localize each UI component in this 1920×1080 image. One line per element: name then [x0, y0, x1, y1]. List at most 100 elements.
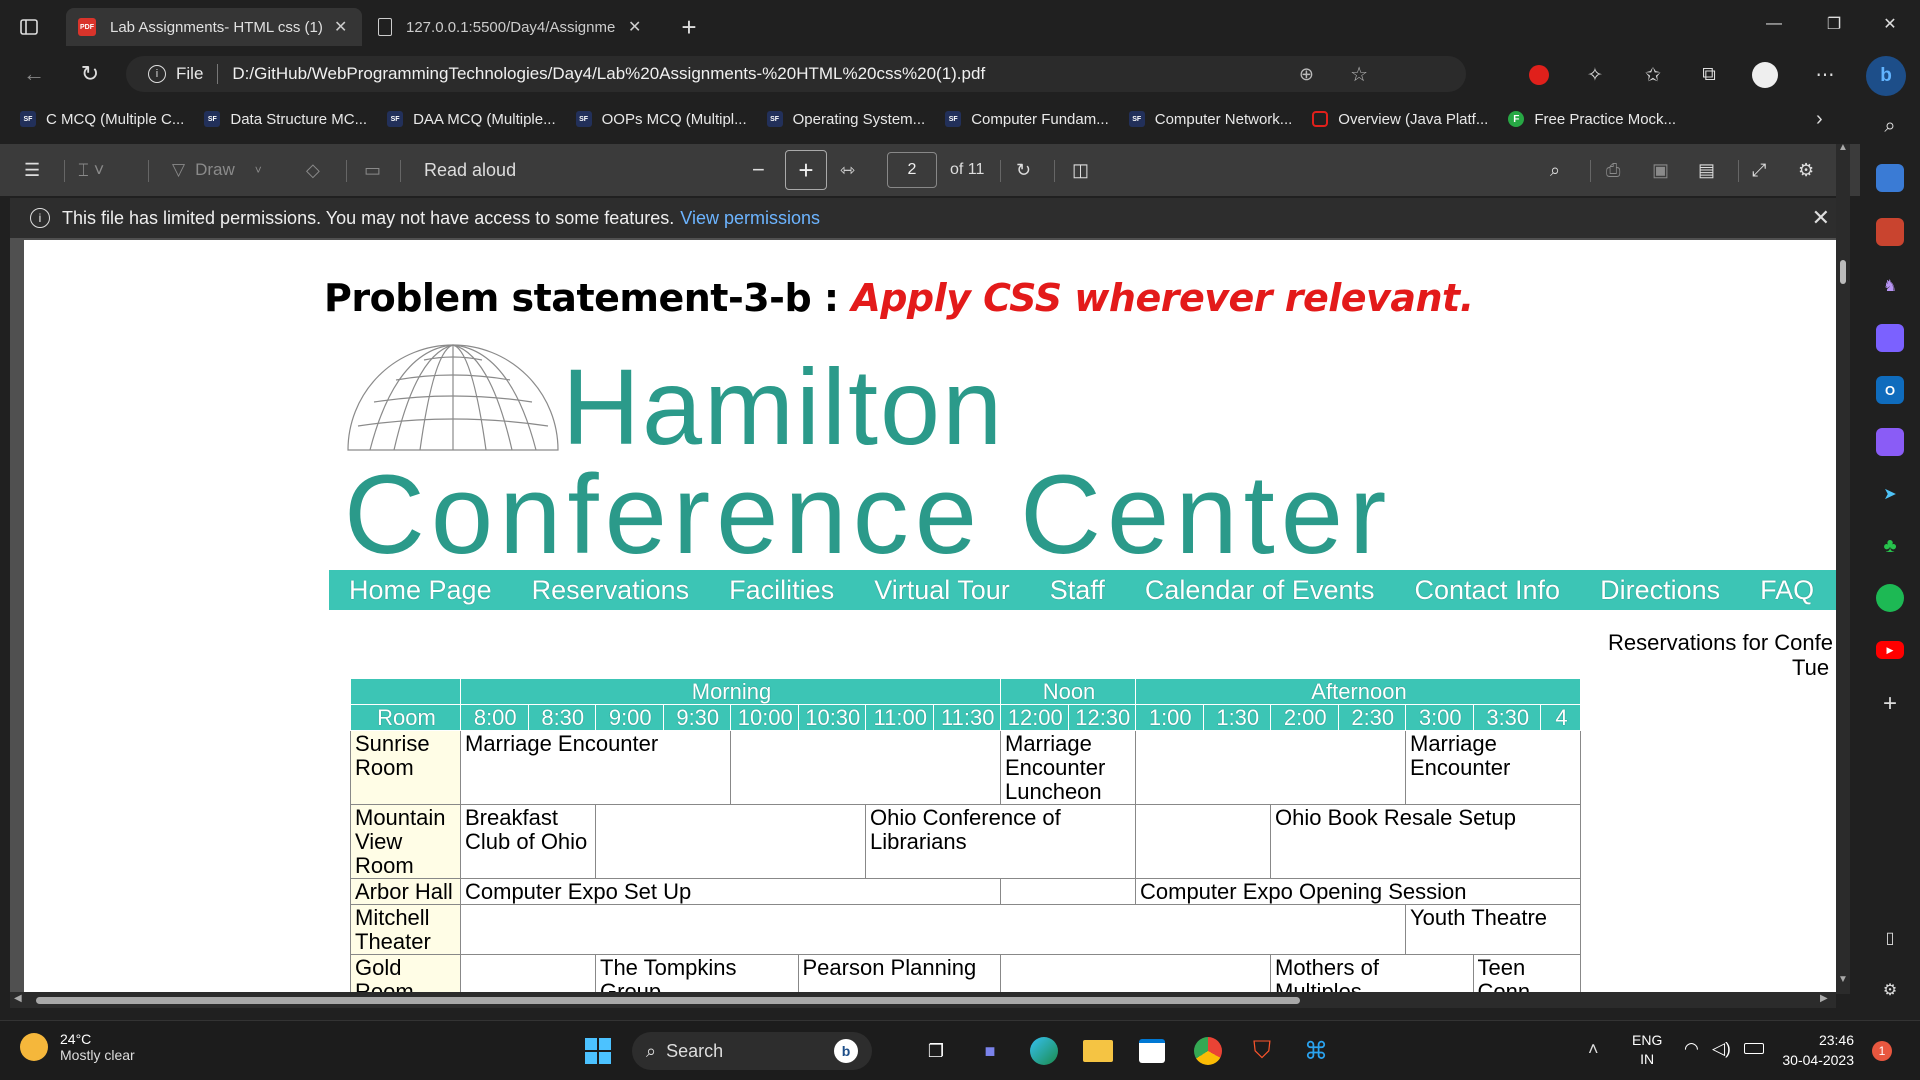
close-icon[interactable]: ✕: [334, 17, 347, 37]
favorite-link[interactable]: SF C MCQ (Multiple C...: [20, 111, 184, 128]
nav-contact[interactable]: Contact Info: [1414, 575, 1560, 606]
sidebar-toggle-icon[interactable]: ▯: [1876, 924, 1904, 952]
sidebar-shopping-icon[interactable]: [1876, 164, 1904, 192]
more-menu-icon[interactable]: ⋯: [1810, 60, 1840, 90]
settings-icon[interactable]: ⚙: [1798, 144, 1814, 196]
tab-pdf[interactable]: PDF Lab Assignments- HTML css (1)... ✕: [66, 8, 362, 46]
brave-icon[interactable]: ⛉: [1244, 1033, 1280, 1069]
chevron-right-icon[interactable]: ›: [1816, 108, 1823, 131]
print-icon[interactable]: ⎙: [1606, 144, 1620, 196]
vscode-icon[interactable]: ⌘: [1298, 1033, 1334, 1069]
page-view-icon[interactable]: ◫: [1072, 144, 1089, 196]
chrome-icon[interactable]: [1190, 1033, 1226, 1069]
adblock-extension-icon[interactable]: [1524, 60, 1554, 90]
favorite-link[interactable]: SF Data Structure MC...: [204, 111, 367, 128]
page-number-input[interactable]: 2: [887, 152, 937, 188]
volume-icon[interactable]: ◁): [1712, 1039, 1731, 1059]
vertical-scrollbar[interactable]: ▲ ▼: [1836, 142, 1850, 994]
sidebar-designer-icon[interactable]: [1876, 428, 1904, 456]
tab-actions-icon[interactable]: [14, 12, 44, 42]
scroll-left-icon[interactable]: ◀: [14, 993, 22, 1004]
task-view-icon[interactable]: ❐: [918, 1033, 954, 1069]
rotate-icon[interactable]: ↻: [1016, 144, 1031, 196]
favorite-link[interactable]: SF Computer Network...: [1128, 111, 1292, 128]
scrollbar-thumb[interactable]: [1840, 260, 1846, 284]
store-icon[interactable]: [1134, 1033, 1170, 1069]
scrollbar-thumb[interactable]: [36, 997, 1300, 1004]
favorite-link[interactable]: SF Computer Fundam...: [945, 111, 1109, 128]
teams-chat-icon[interactable]: ■: [972, 1033, 1008, 1069]
notification-badge[interactable]: 1: [1872, 1041, 1892, 1061]
start-icon[interactable]: [580, 1033, 616, 1069]
sidebar-m365-icon[interactable]: [1876, 324, 1904, 352]
fit-width-icon[interactable]: ⇿: [840, 144, 855, 196]
nav-staff[interactable]: Staff: [1050, 575, 1105, 606]
eraser-icon[interactable]: ◇: [306, 144, 320, 196]
tab-localhost[interactable]: 127.0.0.1:5500/Day4/Assignment ✕: [366, 8, 656, 46]
profile-icon[interactable]: [1750, 60, 1780, 90]
clock[interactable]: 23:46 30-04-2023: [1782, 1030, 1854, 1070]
new-tab-icon[interactable]: +: [674, 12, 704, 42]
sidebar-search-icon[interactable]: ⌕: [1876, 112, 1904, 140]
favorite-link[interactable]: SF OOPs MCQ (Multipl...: [575, 111, 747, 128]
save-as-icon[interactable]: ▤: [1698, 144, 1715, 196]
sidebar-spotify-icon[interactable]: [1876, 584, 1904, 612]
sidebar-games-icon[interactable]: ♞: [1876, 272, 1904, 300]
pdf-viewport[interactable]: Problem statement-3-b : Apply CSS wherev…: [10, 238, 1836, 992]
nav-calendar[interactable]: Calendar of Events: [1145, 575, 1375, 606]
text-box-icon[interactable]: ▭: [364, 144, 381, 196]
weather-widget[interactable]: 24°C Mostly clear: [20, 1031, 135, 1063]
nav-directions[interactable]: Directions: [1600, 575, 1720, 606]
sidebar-outlook-icon[interactable]: O: [1876, 376, 1904, 404]
sidebar-telegram-icon[interactable]: ➤: [1876, 480, 1904, 508]
address-bar[interactable]: i File D:/GitHub/WebProgrammingTechnolog…: [126, 56, 1466, 92]
read-aloud-button[interactable]: Read aloud: [424, 144, 516, 196]
scroll-right-icon[interactable]: ▶: [1820, 993, 1828, 1004]
search-icon[interactable]: ⌕: [1550, 144, 1560, 196]
highlight-icon[interactable]: ⌶ ˅: [78, 144, 104, 196]
view-permissions-link[interactable]: View permissions: [680, 208, 820, 229]
nav-faq[interactable]: FAQ: [1760, 575, 1814, 606]
sidebar-settings-icon[interactable]: ⚙: [1876, 976, 1904, 1004]
sidebar-add-icon[interactable]: +: [1876, 690, 1904, 718]
favorite-link[interactable]: SF Operating System...: [766, 111, 925, 128]
nav-facilities[interactable]: Facilities: [729, 575, 834, 606]
scroll-up-icon[interactable]: ▲: [1838, 142, 1848, 153]
wifi-icon[interactable]: ◠: [1684, 1039, 1699, 1059]
favorite-link[interactable]: Overview (Java Platf...: [1312, 111, 1488, 128]
back-icon[interactable]: ←: [16, 56, 52, 92]
minimize-icon[interactable]: —: [1746, 0, 1802, 48]
save-icon[interactable]: ▣: [1652, 144, 1669, 196]
contents-icon[interactable]: ☰: [24, 144, 40, 196]
zoom-out-icon[interactable]: −: [752, 144, 765, 196]
refresh-icon[interactable]: ↻: [72, 56, 108, 92]
language-indicator[interactable]: ENG IN: [1632, 1031, 1662, 1069]
nav-virtual-tour[interactable]: Virtual Tour: [874, 575, 1010, 606]
collections-icon[interactable]: ⧉: [1694, 60, 1724, 90]
sidebar-tree-icon[interactable]: ♣: [1876, 532, 1904, 560]
nav-home[interactable]: Home Page: [349, 575, 492, 606]
info-icon[interactable]: i: [148, 65, 166, 83]
restore-icon[interactable]: ❐: [1806, 0, 1862, 48]
favorite-link[interactable]: SF DAA MCQ (Multiple...: [387, 111, 556, 128]
favorite-link[interactable]: F Free Practice Mock...: [1508, 111, 1676, 128]
horizontal-scrollbar[interactable]: ◀ ▶: [10, 992, 1836, 1008]
extensions-icon[interactable]: ✧: [1580, 60, 1610, 90]
close-icon[interactable]: ✕: [628, 17, 641, 37]
battery-icon[interactable]: [1744, 1043, 1764, 1054]
scroll-down-icon[interactable]: ▼: [1838, 974, 1848, 985]
close-icon[interactable]: ✕: [1812, 205, 1830, 231]
bing-chat-icon[interactable]: b: [1866, 56, 1906, 96]
nav-reservations[interactable]: Reservations: [532, 575, 690, 606]
window-close-icon[interactable]: ✕: [1862, 0, 1918, 48]
sidebar-youtube-icon[interactable]: ▶: [1876, 641, 1904, 659]
edge-icon[interactable]: [1026, 1033, 1062, 1069]
sidebar-tools-icon[interactable]: [1876, 218, 1904, 246]
add-favorite-icon[interactable]: ☆: [1350, 62, 1368, 87]
fullscreen-icon[interactable]: ⤢: [1752, 144, 1766, 196]
chevron-up-icon[interactable]: ˄: [1588, 1039, 1599, 1060]
url-text[interactable]: D:/GitHub/WebProgrammingTechnologies/Day…: [232, 64, 985, 84]
zoom-icon[interactable]: ⊕: [1299, 64, 1314, 85]
file-explorer-icon[interactable]: [1080, 1033, 1116, 1069]
taskbar-search[interactable]: ⌕ Search b: [632, 1032, 872, 1070]
